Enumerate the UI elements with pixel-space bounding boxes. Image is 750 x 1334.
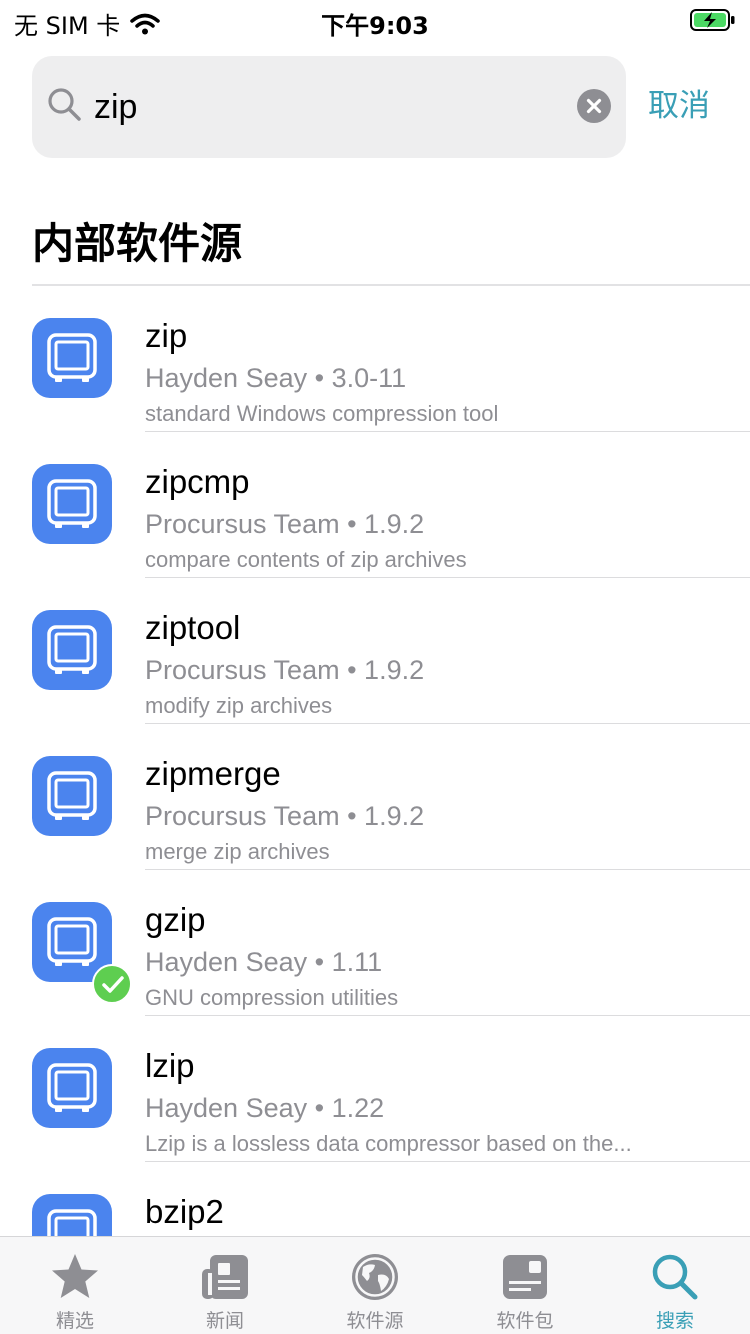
- status-time: 下午9:03: [321, 12, 429, 40]
- separator: •: [307, 363, 332, 393]
- package-author: Hayden Seay: [145, 1093, 308, 1123]
- app-icon: [32, 756, 112, 836]
- package-row[interactable]: lzip Hayden Seay • 1.22 Lzip is a lossless…: [0, 1016, 750, 1162]
- package-name: lzip: [145, 1047, 195, 1084]
- globe-icon: [352, 1254, 398, 1300]
- package-name: zipcmp: [145, 463, 250, 500]
- package-description: Lzip is a lossless data compressor based…: [145, 1131, 632, 1156]
- search-bar[interactable]: [32, 56, 626, 158]
- package-author: Procursus Team: [145, 509, 340, 539]
- package-description: merge zip archives: [145, 839, 330, 864]
- package-name: bzip2: [145, 1193, 224, 1230]
- tab-bar: 精选 新闻 软件源 软件包 搜索: [0, 1236, 750, 1334]
- package-author: Procursus Team: [145, 801, 340, 831]
- package-version: 1.11: [331, 947, 383, 977]
- section-title: 内部软件源: [32, 219, 243, 268]
- tab-label: 搜索: [655, 1310, 694, 1332]
- package-author: Hayden Seay: [145, 947, 308, 977]
- tab-packages[interactable]: 软件包: [450, 1237, 600, 1334]
- status-bar: 无 SIM 卡 下午9:03: [0, 0, 750, 40]
- app-icon: [32, 318, 112, 398]
- tab-label: 新闻: [205, 1310, 244, 1332]
- battery-charging-icon: [690, 9, 735, 31]
- package-box-icon: [47, 917, 97, 966]
- package-icon: [503, 1255, 547, 1299]
- package-description: GNU compression utilities: [145, 985, 399, 1010]
- package-box-icon: [47, 1063, 97, 1112]
- package-version: 1.9.2: [364, 801, 425, 831]
- package-row[interactable]: zipcmp Procursus Team • 1.9.2 compare cont…: [0, 432, 750, 578]
- star-icon: [52, 1254, 98, 1298]
- tab-label: 软件源: [346, 1310, 404, 1332]
- checkmark-icon: [102, 976, 124, 993]
- package-name: ziptool: [145, 609, 241, 646]
- package-meta: Hayden Seay • 1.22: [145, 1091, 384, 1125]
- newspaper-icon: [202, 1255, 248, 1299]
- app-icon: [32, 1048, 112, 1128]
- separator: •: [339, 801, 365, 831]
- clear-search-button[interactable]: [577, 89, 611, 123]
- package-box-icon: [47, 333, 97, 382]
- package-description: standard Windows compression tool: [145, 401, 499, 426]
- tab-news[interactable]: 新闻: [150, 1237, 300, 1334]
- separator: •: [307, 947, 332, 977]
- package-box-icon: [47, 479, 97, 528]
- installed-badge-icon: [92, 964, 132, 1004]
- package-name: zipmerge: [145, 755, 281, 792]
- package-author: Procursus Team: [145, 655, 340, 685]
- separator: •: [339, 509, 365, 539]
- package-row[interactable]: gzip Hayden Seay • 1.11 GNU compression ut…: [0, 870, 750, 1016]
- tab-label: 软件包: [496, 1310, 554, 1332]
- package-meta: Procursus Team • 1.9.2: [145, 799, 424, 833]
- package-version: 1.22: [331, 1093, 385, 1123]
- tab-featured[interactable]: 精选: [0, 1237, 150, 1334]
- package-author: Hayden Seay: [145, 363, 308, 393]
- package-meta: Procursus Team • 1.9.2: [145, 507, 424, 541]
- separator: •: [339, 655, 365, 685]
- package-version: 1.9.2: [364, 655, 425, 685]
- package-name: zip: [145, 317, 188, 354]
- package-box-icon: [47, 625, 97, 674]
- search-icon: [652, 1254, 698, 1300]
- package-description: compare contents of zip archives: [145, 547, 467, 572]
- package-row[interactable]: ziptool Procursus Team • 1.9.2 modify zip …: [0, 578, 750, 724]
- package-version: 3.0-11: [331, 363, 407, 393]
- app-icon: [32, 464, 112, 544]
- package-version: 1.9.2: [364, 509, 425, 539]
- separator: •: [307, 1093, 332, 1123]
- package-meta: Hayden Seay • 3.0-11: [145, 361, 406, 395]
- tab-sources[interactable]: 软件源: [300, 1237, 450, 1334]
- package-name: gzip: [145, 901, 206, 938]
- cancel-button[interactable]: 取消: [648, 84, 710, 128]
- app-icon: [32, 610, 112, 690]
- package-row[interactable]: zipmerge Procursus Team • 1.9.2 merge zip …: [0, 724, 750, 870]
- package-meta: Hayden Seay • 1.11: [145, 945, 382, 979]
- package-box-icon: [47, 771, 97, 820]
- tab-label: 精选: [55, 1310, 94, 1332]
- search-icon: [48, 88, 81, 121]
- tab-search[interactable]: 搜索: [600, 1237, 750, 1334]
- close-icon: [586, 98, 602, 114]
- search-input[interactable]: [94, 80, 574, 134]
- package-meta: Procursus Team • 1.9.2: [145, 653, 424, 687]
- package-row[interactable]: zip Hayden Seay • 3.0-11 standard Windows …: [0, 286, 750, 432]
- package-description: modify zip archives: [145, 693, 333, 718]
